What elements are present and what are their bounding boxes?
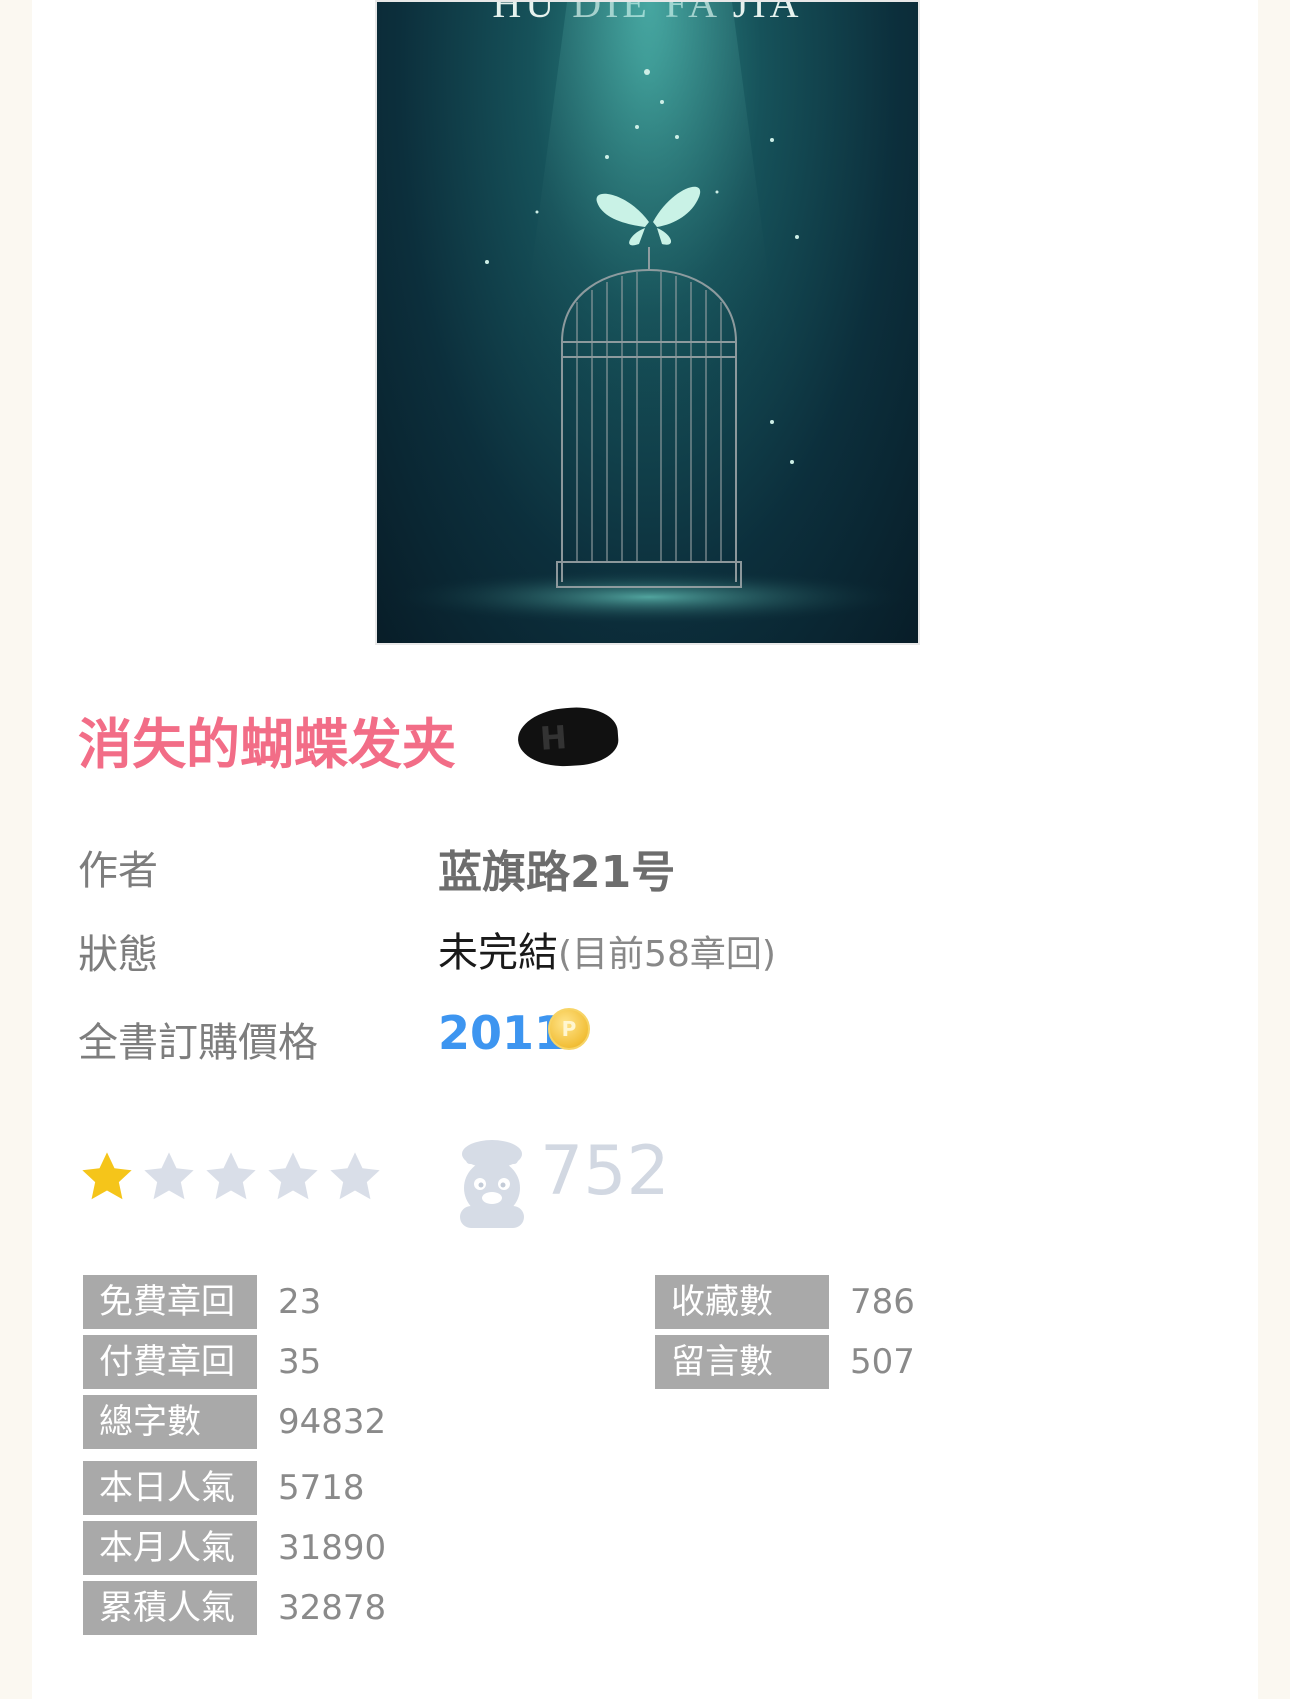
stat-value-word-count: 94832 <box>278 1402 387 1442</box>
stat-value-total-popularity: 32878 <box>278 1588 387 1628</box>
book-cover-image[interactable]: HU DIE FA JIA <box>375 0 920 645</box>
stat-value-free-chapters: 23 <box>278 1282 322 1322</box>
stat-label-word-count: 總字數 <box>83 1395 257 1449</box>
star-empty-icon[interactable] <box>202 1148 260 1206</box>
price-value: 2011 <box>438 1006 567 1060</box>
stat-label-bookmarks: 收藏數 <box>655 1275 829 1329</box>
stat-label-comments: 留言數 <box>655 1335 829 1389</box>
author-link[interactable]: 蓝旗路21号 <box>438 836 675 900</box>
coin-symbol: P <box>561 1017 577 1041</box>
badge-label: H <box>538 718 569 758</box>
price-label: 全書訂購價格 <box>78 1020 318 1066</box>
points-coin-icon: P <box>548 1008 590 1050</box>
star-empty-icon[interactable] <box>326 1148 384 1206</box>
star-empty-icon[interactable] <box>264 1148 322 1206</box>
status-label: 狀態 <box>78 932 158 978</box>
stat-label-daily-popularity: 本日人氣 <box>83 1461 257 1515</box>
star-empty-icon[interactable] <box>140 1148 198 1206</box>
stat-label-monthly-popularity: 本月人氣 <box>83 1521 257 1575</box>
stat-value-daily-popularity: 5718 <box>278 1468 365 1508</box>
status-detail: (目前58章回) <box>558 934 776 975</box>
stat-value-bookmarks: 786 <box>850 1282 915 1322</box>
stat-value-paid-chapters: 35 <box>278 1342 322 1382</box>
stat-value-monthly-popularity: 31890 <box>278 1528 387 1568</box>
status-value: 未完結(目前58章回) <box>438 920 776 978</box>
star-rating[interactable] <box>78 1148 388 1206</box>
cover-illustration <box>389 2 909 642</box>
status-text: 未完結 <box>438 930 558 976</box>
author-label: 作者 <box>78 848 158 894</box>
stat-label-total-popularity: 累積人氣 <box>83 1581 257 1635</box>
star-filled-icon[interactable] <box>78 1148 136 1206</box>
stat-label-paid-chapters: 付費章回 <box>83 1335 257 1389</box>
favorites-count: 752 <box>540 1132 670 1211</box>
stat-value-comments: 507 <box>850 1342 915 1382</box>
stat-label-free-chapters: 免費章回 <box>83 1275 257 1329</box>
mascot-icon[interactable] <box>452 1132 532 1232</box>
book-title: 消失的蝴蝶发夹 <box>78 713 456 776</box>
